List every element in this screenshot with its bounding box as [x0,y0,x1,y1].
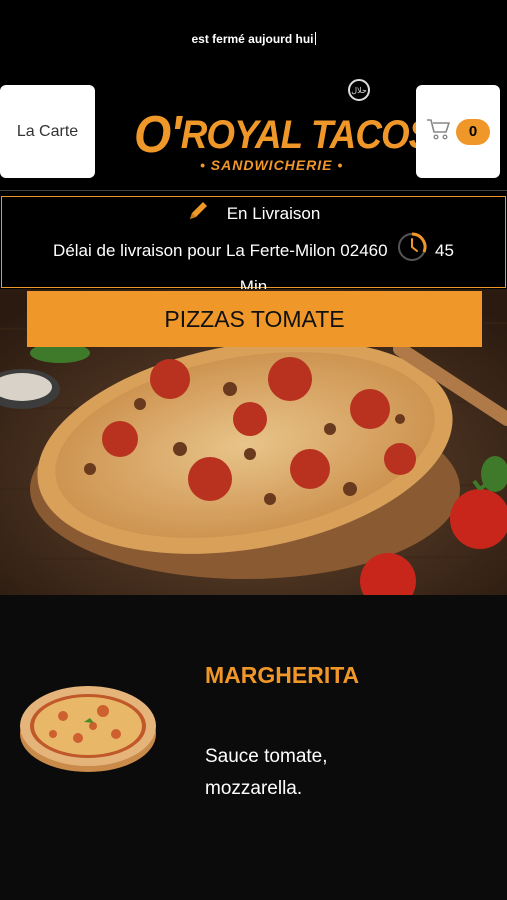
delivery-mode-row: En Livraison [2,198,505,231]
menu-item-name[interactable]: MARGHERITA [205,662,359,689]
menu-item-description: Sauce tomate, mozzarella. [205,746,328,799]
halal-badge: حلال [348,79,370,101]
cart-count-badge: 0 [456,118,490,145]
header-divider [0,190,507,191]
brand-logo[interactable]: O'ROYAL TACOS • SANDWICHERIE • حلال [130,77,433,182]
pencil-icon [187,198,211,231]
clock-icon [396,231,428,272]
delivery-delay-value: 45 [435,241,454,260]
delivery-info: En Livraison Délai de livraison pour La … [1,196,506,296]
delivery-delay-text: Délai de livraison pour La Ferte-Milon 0… [53,241,388,260]
logo-title-text: ROYAL TACOS [180,113,433,157]
cart-button[interactable]: 0 [416,85,500,178]
delivery-delay-row: Délai de livraison pour La Ferte-Milon 0… [2,231,505,272]
logo-title: O'ROYAL TACOS [134,105,433,165]
closed-notice-text: est fermé aujourd hui [191,32,314,46]
delivery-mode: En Livraison [226,204,321,223]
menu-item-image[interactable] [18,676,158,776]
header: La Carte O'ROYAL TACOS • SANDWICHERIE • … [0,62,507,190]
logo-o: O' [134,106,182,164]
cart-icon [426,117,452,146]
category-title: PIZZAS TOMATE [27,291,482,347]
menu-button[interactable]: La Carte [0,85,95,178]
text-caret [314,32,316,45]
closed-notice: est fermé aujourd hui [0,32,507,46]
logo-subtitle: • SANDWICHERIE • [200,157,344,173]
